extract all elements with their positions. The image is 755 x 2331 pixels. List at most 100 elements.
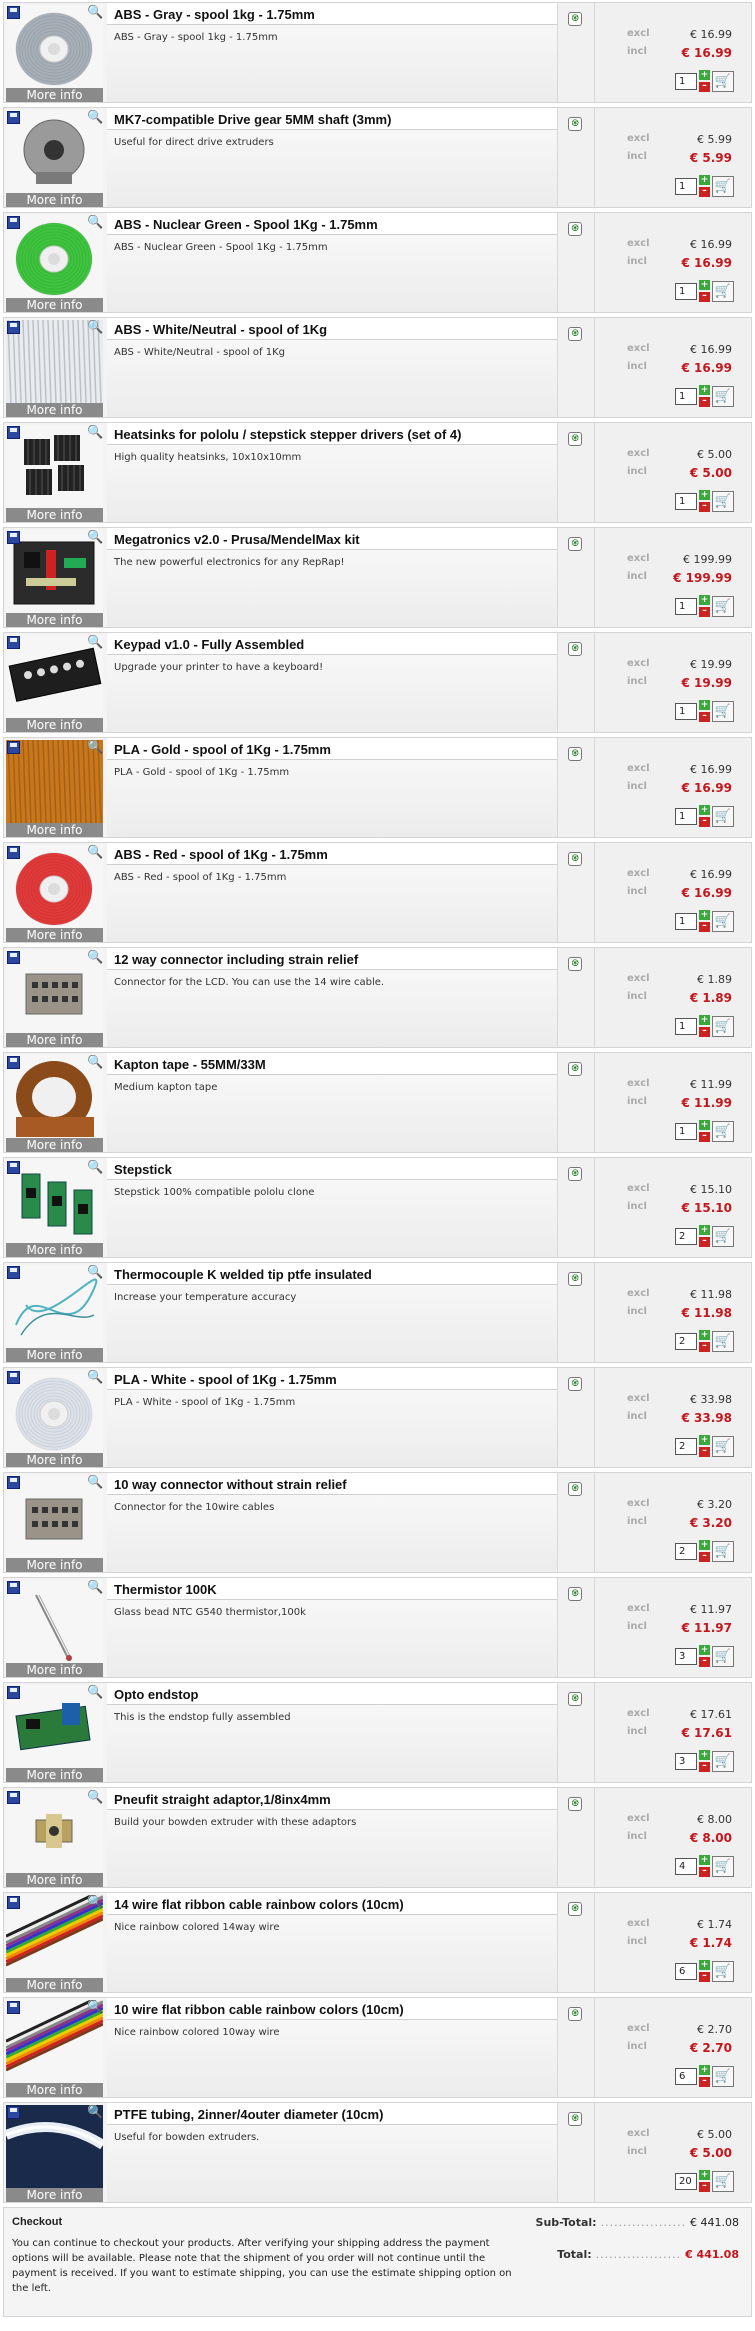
decrease-quantity-icon[interactable]: – <box>699 502 710 512</box>
product-thumbnail[interactable]: More info 🔍 <box>6 425 103 522</box>
save-icon[interactable] <box>7 2106 20 2119</box>
save-icon[interactable] <box>7 2001 20 2014</box>
product-thumbnail[interactable]: More info 🔍 <box>6 5 103 102</box>
increase-quantity-icon[interactable]: + <box>699 175 710 185</box>
cart-update-icon[interactable]: 🛒 <box>712 176 734 197</box>
zoom-icon[interactable]: 🔍 <box>87 1790 103 1805</box>
product-title[interactable]: ABS - White/Neutral - spool of 1Kg <box>107 318 557 340</box>
product-title[interactable]: ABS - Red - spool of 1Kg - 1.75mm <box>107 843 557 865</box>
wishlist-icon[interactable]: ♼ <box>568 327 582 341</box>
cart-update-icon[interactable]: 🛒 <box>712 1016 734 1037</box>
product-title[interactable]: 10 way connector without strain relief <box>107 1473 557 1495</box>
increase-quantity-icon[interactable]: + <box>699 280 710 290</box>
save-icon[interactable] <box>7 1581 20 1594</box>
product-thumbnail[interactable]: More info 🔍 <box>6 740 103 837</box>
quantity-input[interactable]: 2 <box>675 1438 697 1455</box>
product-title[interactable]: Heatsinks for pololu / stepstick stepper… <box>107 423 557 445</box>
save-icon[interactable] <box>7 6 20 19</box>
more-info-link[interactable]: More info <box>6 1033 103 1047</box>
zoom-icon[interactable]: 🔍 <box>87 320 103 335</box>
increase-quantity-icon[interactable]: + <box>699 1330 710 1340</box>
product-thumbnail[interactable]: More info 🔍 <box>6 1580 103 1677</box>
cart-update-icon[interactable]: 🛒 <box>712 1436 734 1457</box>
decrease-quantity-icon[interactable]: – <box>699 1762 710 1772</box>
zoom-icon[interactable]: 🔍 <box>87 1475 103 1490</box>
more-info-link[interactable]: More info <box>6 2188 103 2202</box>
wishlist-icon[interactable]: ♼ <box>568 1482 582 1496</box>
wishlist-icon[interactable]: ♼ <box>568 957 582 971</box>
zoom-icon[interactable]: 🔍 <box>87 1160 103 1175</box>
cart-update-icon[interactable]: 🛒 <box>712 1226 734 1247</box>
product-title[interactable]: PLA - White - spool of 1Kg - 1.75mm <box>107 1368 557 1390</box>
save-icon[interactable] <box>7 426 20 439</box>
cart-update-icon[interactable]: 🛒 <box>712 1541 734 1562</box>
wishlist-icon[interactable]: ♼ <box>568 1272 582 1286</box>
quantity-input[interactable]: 1 <box>675 598 697 615</box>
product-thumbnail[interactable]: More info 🔍 <box>6 1790 103 1887</box>
zoom-icon[interactable]: 🔍 <box>87 1370 103 1385</box>
decrease-quantity-icon[interactable]: – <box>699 922 710 932</box>
cart-update-icon[interactable]: 🛒 <box>712 71 734 92</box>
save-icon[interactable] <box>7 1371 20 1384</box>
more-info-link[interactable]: More info <box>6 613 103 627</box>
save-icon[interactable] <box>7 1266 20 1279</box>
cart-update-icon[interactable]: 🛒 <box>712 806 734 827</box>
save-icon[interactable] <box>7 1476 20 1489</box>
decrease-quantity-icon[interactable]: – <box>699 607 710 617</box>
quantity-input[interactable]: 3 <box>675 1648 697 1665</box>
product-title[interactable]: Megatronics v2.0 - Prusa/MendelMax kit <box>107 528 557 550</box>
zoom-icon[interactable]: 🔍 <box>87 950 103 965</box>
decrease-quantity-icon[interactable]: – <box>699 817 710 827</box>
save-icon[interactable] <box>7 741 20 754</box>
quantity-input[interactable]: 1 <box>675 73 697 90</box>
product-title[interactable]: Thermocouple K welded tip ptfe insulated <box>107 1263 557 1285</box>
product-thumbnail[interactable]: More info 🔍 <box>6 1160 103 1257</box>
product-thumbnail[interactable]: More info 🔍 <box>6 215 103 312</box>
save-icon[interactable] <box>7 111 20 124</box>
zoom-icon[interactable]: 🔍 <box>87 2000 103 2015</box>
cart-update-icon[interactable]: 🛒 <box>712 596 734 617</box>
product-title[interactable]: Kapton tape - 55MM/33M <box>107 1053 557 1075</box>
decrease-quantity-icon[interactable]: – <box>699 1132 710 1142</box>
wishlist-icon[interactable]: ♼ <box>568 1377 582 1391</box>
zoom-icon[interactable]: 🔍 <box>87 740 103 755</box>
product-thumbnail[interactable]: More info 🔍 <box>6 1685 103 1782</box>
save-icon[interactable] <box>7 846 20 859</box>
increase-quantity-icon[interactable]: + <box>699 805 710 815</box>
quantity-input[interactable]: 1 <box>675 808 697 825</box>
decrease-quantity-icon[interactable]: – <box>699 292 710 302</box>
cart-update-icon[interactable]: 🛒 <box>712 491 734 512</box>
decrease-quantity-icon[interactable]: – <box>699 1447 710 1457</box>
more-info-link[interactable]: More info <box>6 1453 103 1467</box>
cart-update-icon[interactable]: 🛒 <box>712 911 734 932</box>
quantity-input[interactable]: 1 <box>675 913 697 930</box>
increase-quantity-icon[interactable]: + <box>699 1015 710 1025</box>
decrease-quantity-icon[interactable]: – <box>699 2077 710 2087</box>
decrease-quantity-icon[interactable]: – <box>699 1027 710 1037</box>
cart-update-icon[interactable]: 🛒 <box>712 281 734 302</box>
quantity-input[interactable]: 1 <box>675 703 697 720</box>
save-icon[interactable] <box>7 531 20 544</box>
zoom-icon[interactable]: 🔍 <box>87 1055 103 1070</box>
wishlist-icon[interactable]: ♼ <box>568 1797 582 1811</box>
cart-update-icon[interactable]: 🛒 <box>712 1331 734 1352</box>
decrease-quantity-icon[interactable]: – <box>699 1342 710 1352</box>
increase-quantity-icon[interactable]: + <box>699 1540 710 1550</box>
zoom-icon[interactable]: 🔍 <box>87 1895 103 1910</box>
decrease-quantity-icon[interactable]: – <box>699 397 710 407</box>
quantity-input[interactable]: 2 <box>675 1333 697 1350</box>
more-info-link[interactable]: More info <box>6 2083 103 2097</box>
more-info-link[interactable]: More info <box>6 298 103 312</box>
product-title[interactable]: Stepstick <box>107 1158 557 1180</box>
cart-update-icon[interactable]: 🛒 <box>712 1646 734 1667</box>
decrease-quantity-icon[interactable]: – <box>699 1552 710 1562</box>
product-thumbnail[interactable]: More info 🔍 <box>6 320 103 417</box>
save-icon[interactable] <box>7 951 20 964</box>
product-title[interactable]: Pneufit straight adaptor,1/8inx4mm <box>107 1788 557 1810</box>
zoom-icon[interactable]: 🔍 <box>87 635 103 650</box>
product-title[interactable]: Opto endstop <box>107 1683 557 1705</box>
increase-quantity-icon[interactable]: + <box>699 2065 710 2075</box>
more-info-link[interactable]: More info <box>6 88 103 102</box>
product-thumbnail[interactable]: More info 🔍 <box>6 2000 103 2097</box>
decrease-quantity-icon[interactable]: – <box>699 1657 710 1667</box>
